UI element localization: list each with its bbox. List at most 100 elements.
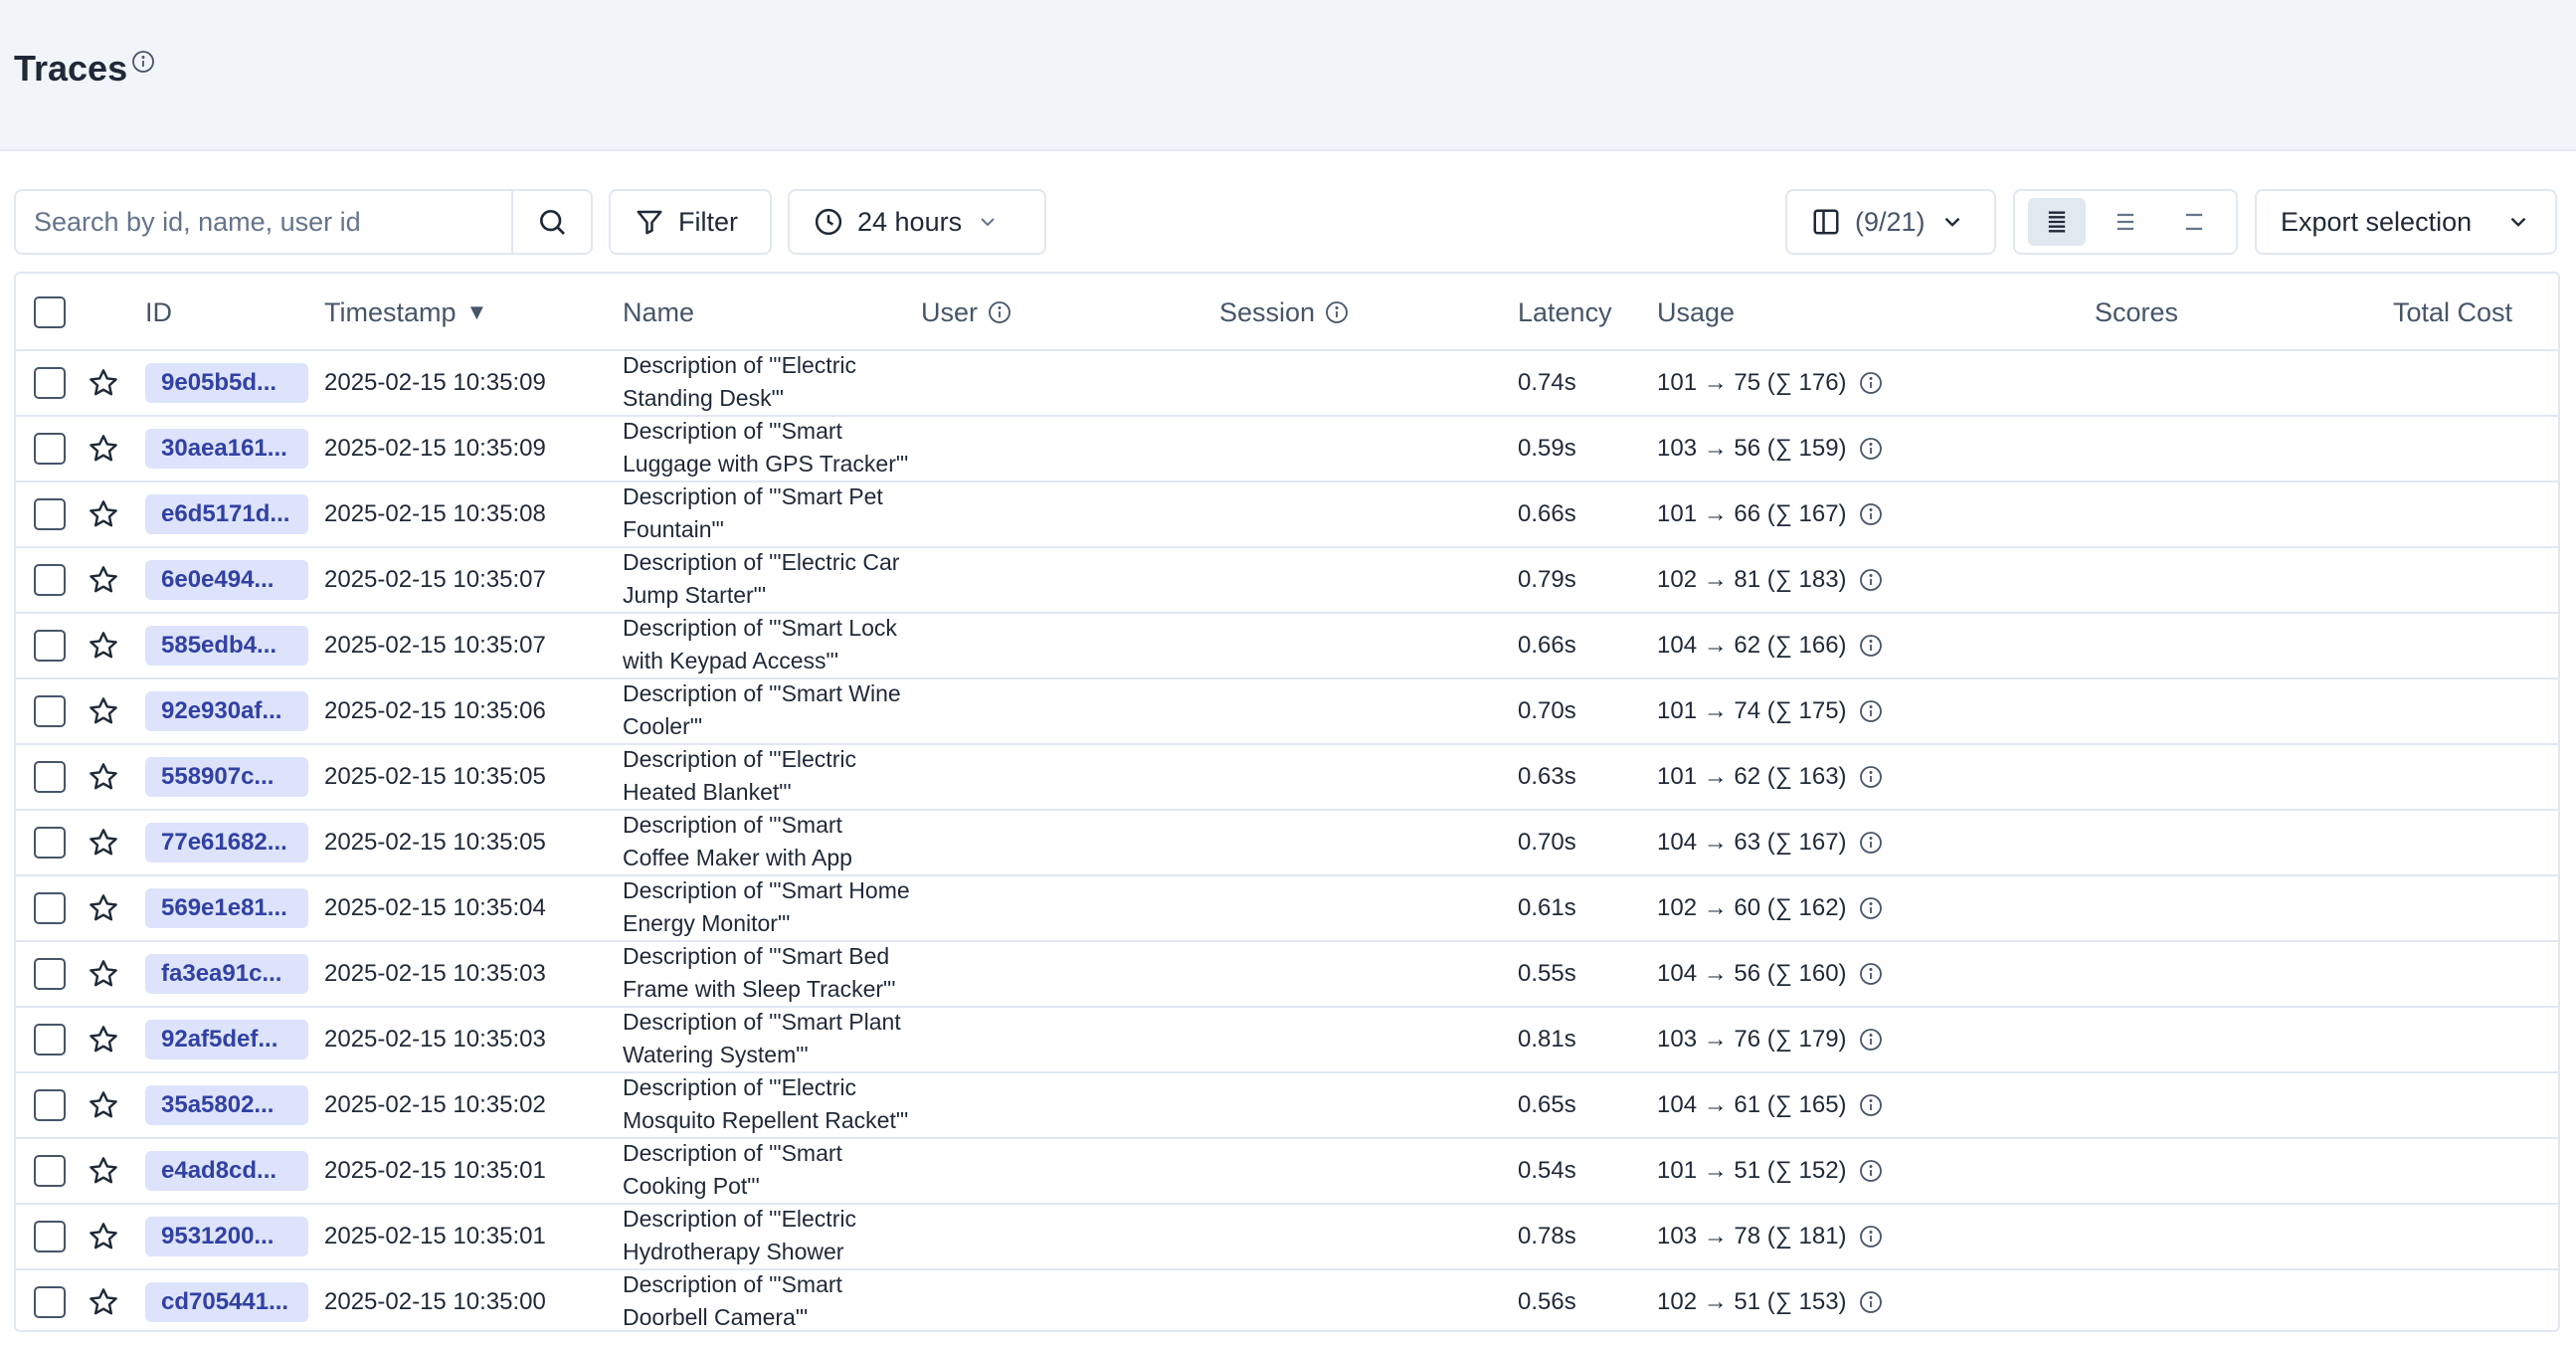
- trace-id-badge[interactable]: fa3ea91c...: [145, 954, 308, 994]
- info-icon[interactable]: [1859, 962, 1883, 986]
- bookmark-star-button[interactable]: [88, 548, 119, 612]
- info-icon[interactable]: [1859, 1028, 1883, 1052]
- search-input[interactable]: [16, 191, 513, 253]
- table-row[interactable]: fa3ea91c... 2025-02-15 10:35:03 Descriptio…: [16, 942, 2558, 1008]
- row-checkbox[interactable]: [34, 564, 66, 596]
- select-all-checkbox[interactable]: [34, 296, 66, 328]
- bookmark-star-button[interactable]: [88, 942, 119, 1006]
- trace-id-badge[interactable]: 92e930af...: [145, 691, 308, 731]
- info-icon[interactable]: [1859, 1093, 1883, 1117]
- row-checkbox[interactable]: [34, 695, 66, 727]
- latency-cell: 0.65s: [1518, 1091, 1576, 1118]
- table-row[interactable]: 92e930af... 2025-02-15 10:35:06 Descriptio…: [16, 679, 2558, 745]
- column-header-timestamp[interactable]: Timestamp ▼: [324, 274, 487, 351]
- density-compact-button[interactable]: [2028, 198, 2087, 246]
- table-row[interactable]: e6d5171d... 2025-02-15 10:35:08 Descriptio…: [16, 482, 2558, 548]
- bookmark-star-button[interactable]: [88, 1073, 119, 1137]
- trace-id-badge[interactable]: 30aea161...: [145, 429, 308, 469]
- trace-id-badge[interactable]: 9e05b5d...: [145, 363, 308, 403]
- row-checkbox[interactable]: [34, 498, 66, 530]
- table-row[interactable]: 35a5802... 2025-02-15 10:35:02 Description…: [16, 1073, 2558, 1139]
- info-icon[interactable]: [1859, 1225, 1883, 1249]
- info-icon[interactable]: [1859, 831, 1883, 855]
- trace-id-badge[interactable]: cd705441...: [145, 1282, 308, 1322]
- info-icon[interactable]: [1859, 1290, 1883, 1314]
- time-range-select[interactable]: 24 hours: [788, 189, 1046, 255]
- info-icon[interactable]: [1325, 300, 1349, 324]
- row-checkbox[interactable]: [34, 1286, 66, 1318]
- trace-id-badge[interactable]: 6e0e494...: [145, 560, 308, 600]
- trace-id-badge[interactable]: 569e1e81...: [145, 888, 308, 928]
- info-icon[interactable]: [988, 300, 1012, 324]
- trace-id-badge[interactable]: e6d5171d...: [145, 494, 308, 534]
- column-header-usage[interactable]: Usage: [1657, 274, 1735, 351]
- row-checkbox[interactable]: [34, 630, 66, 662]
- bookmark-star-button[interactable]: [88, 351, 119, 415]
- info-icon[interactable]: [1859, 568, 1883, 592]
- table-row[interactable]: 77e61682... 2025-02-15 10:35:05 Descriptio…: [16, 811, 2558, 876]
- row-checkbox[interactable]: [34, 1024, 66, 1056]
- density-expanded-button[interactable]: [2165, 198, 2223, 246]
- table-row[interactable]: 558907c... 2025-02-15 10:35:05 Description…: [16, 745, 2558, 811]
- bookmark-star-button[interactable]: [88, 1205, 119, 1268]
- info-icon[interactable]: [1859, 502, 1883, 526]
- filter-button[interactable]: Filter: [609, 189, 772, 255]
- column-header-total-cost[interactable]: Total Cost: [2393, 274, 2512, 351]
- trace-id-badge[interactable]: 77e61682...: [145, 823, 308, 863]
- table-row[interactable]: 92af5def... 2025-02-15 10:35:03 Descriptio…: [16, 1008, 2558, 1073]
- row-checkbox[interactable]: [34, 367, 66, 399]
- info-icon[interactable]: [1859, 437, 1883, 461]
- bookmark-star-button[interactable]: [88, 745, 119, 809]
- row-checkbox[interactable]: [34, 1089, 66, 1121]
- column-header-scores[interactable]: Scores: [2095, 274, 2178, 351]
- table-row[interactable]: e4ad8cd... 2025-02-15 10:35:01 Description…: [16, 1139, 2558, 1205]
- table-row[interactable]: 6e0e494... 2025-02-15 10:35:07 Description…: [16, 548, 2558, 614]
- bookmark-star-button[interactable]: [88, 1139, 119, 1203]
- search-button[interactable]: [511, 191, 591, 253]
- table-row[interactable]: 585edb4... 2025-02-15 10:35:07 Description…: [16, 614, 2558, 679]
- row-checkbox[interactable]: [34, 761, 66, 793]
- column-header-user[interactable]: User: [921, 274, 1012, 351]
- bookmark-star-button[interactable]: [88, 1008, 119, 1071]
- info-icon[interactable]: [1859, 896, 1883, 920]
- column-header-id[interactable]: ID: [145, 274, 172, 351]
- info-icon[interactable]: [1859, 699, 1883, 723]
- trace-id-badge[interactable]: 585edb4...: [145, 626, 308, 666]
- table-row[interactable]: cd705441... 2025-02-15 10:35:00 Descriptio…: [16, 1270, 2558, 1330]
- trace-id-badge[interactable]: e4ad8cd...: [145, 1151, 308, 1191]
- info-icon[interactable]: [1859, 765, 1883, 789]
- row-checkbox[interactable]: [34, 433, 66, 465]
- trace-id-badge[interactable]: 35a5802...: [145, 1085, 308, 1125]
- row-checkbox[interactable]: [34, 827, 66, 859]
- row-checkbox[interactable]: [34, 1155, 66, 1187]
- density-medium-button[interactable]: [2097, 198, 2154, 246]
- usage-cell: 101 → 75 (∑ 176): [1657, 351, 1883, 415]
- column-header-session[interactable]: Session: [1219, 274, 1349, 351]
- trace-id-badge[interactable]: 9531200...: [145, 1217, 308, 1256]
- row-checkbox[interactable]: [34, 1221, 66, 1252]
- chevron-down-icon: [1944, 217, 1959, 227]
- column-header-name[interactable]: Name: [623, 274, 694, 351]
- export-selection-button[interactable]: Export selection: [2255, 189, 2557, 255]
- bookmark-star-button[interactable]: [88, 482, 119, 546]
- table-row[interactable]: 9e05b5d... 2025-02-15 10:35:09 Description…: [16, 351, 2558, 417]
- table-row[interactable]: 569e1e81... 2025-02-15 10:35:04 Descriptio…: [16, 876, 2558, 942]
- info-icon[interactable]: [1859, 634, 1883, 658]
- bookmark-star-button[interactable]: [88, 417, 119, 480]
- info-icon[interactable]: [131, 50, 155, 74]
- bookmark-star-button[interactable]: [88, 614, 119, 677]
- row-checkbox[interactable]: [34, 958, 66, 990]
- column-header-latency[interactable]: Latency: [1518, 274, 1612, 351]
- row-checkbox[interactable]: [34, 892, 66, 924]
- bookmark-star-button[interactable]: [88, 1270, 119, 1330]
- bookmark-star-button[interactable]: [88, 811, 119, 874]
- info-icon[interactable]: [1859, 1159, 1883, 1183]
- bookmark-star-button[interactable]: [88, 876, 119, 940]
- info-icon[interactable]: [1859, 371, 1883, 395]
- columns-button[interactable]: (9/21): [1785, 189, 1996, 255]
- table-row[interactable]: 30aea161... 2025-02-15 10:35:09 Descriptio…: [16, 417, 2558, 482]
- bookmark-star-button[interactable]: [88, 679, 119, 743]
- trace-id-badge[interactable]: 558907c...: [145, 757, 308, 797]
- table-row[interactable]: 9531200... 2025-02-15 10:35:01 Description…: [16, 1205, 2558, 1270]
- trace-id-badge[interactable]: 92af5def...: [145, 1020, 308, 1059]
